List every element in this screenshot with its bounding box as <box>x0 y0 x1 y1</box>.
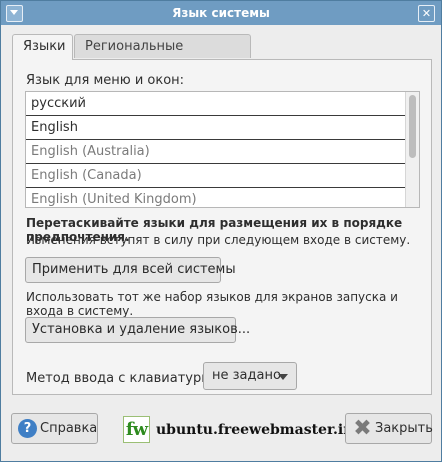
close-button-label: Закрыть <box>375 421 433 436</box>
list-scrollbar[interactable] <box>405 92 419 207</box>
scrollbar-thumb[interactable] <box>409 95 416 158</box>
login-screen-note: Использовать тот же набор языков для экр… <box>26 290 398 318</box>
close-icon: ✖ <box>353 416 372 441</box>
dialog-window: Язык системы ✕ Языки Региональные формат… <box>0 0 442 462</box>
list-item[interactable]: English (Canada) <box>26 164 419 188</box>
chevron-down-icon <box>278 374 288 380</box>
help-button[interactable]: ? Справка <box>11 413 98 444</box>
help-icon: ? <box>18 419 37 438</box>
list-item[interactable]: русский <box>26 92 419 116</box>
input-method-value: не задано <box>212 368 281 383</box>
input-method-label: Метод ввода с клавиатуры: <box>26 371 216 386</box>
list-item[interactable]: English (Australia) <box>26 140 419 164</box>
tab-languages[interactable]: Языки <box>12 34 73 60</box>
apply-system-wide-button[interactable]: Применить для всей системы <box>25 257 236 283</box>
list-item[interactable]: English <box>26 116 419 140</box>
languages-panel: Язык для меню и окон: русский English En… <box>12 59 432 395</box>
language-list[interactable]: русский English English (Australia) Engl… <box>25 91 420 208</box>
help-button-label: Справка <box>40 421 98 436</box>
titlebar: Язык системы ✕ <box>1 1 441 25</box>
install-remove-languages-button[interactable]: Установка и удаление языков... <box>25 317 250 343</box>
close-button[interactable]: ✖ Закрыть <box>345 413 433 444</box>
watermark-logo: fw <box>123 416 150 443</box>
tab-regional-formats[interactable]: Региональные форматы <box>74 34 251 78</box>
input-method-select[interactable]: не задано <box>203 362 297 390</box>
window-close-button[interactable]: ✕ <box>418 5 435 22</box>
watermark-site: ubuntu.freewebmaster.info <box>156 422 369 438</box>
apply-note: Изменения вступят в силу при следующем в… <box>26 233 411 247</box>
language-list-label: Язык для меню и окон: <box>26 73 185 88</box>
list-item[interactable]: English (United Kingdom) <box>26 188 419 207</box>
window-title: Язык системы <box>172 6 270 20</box>
